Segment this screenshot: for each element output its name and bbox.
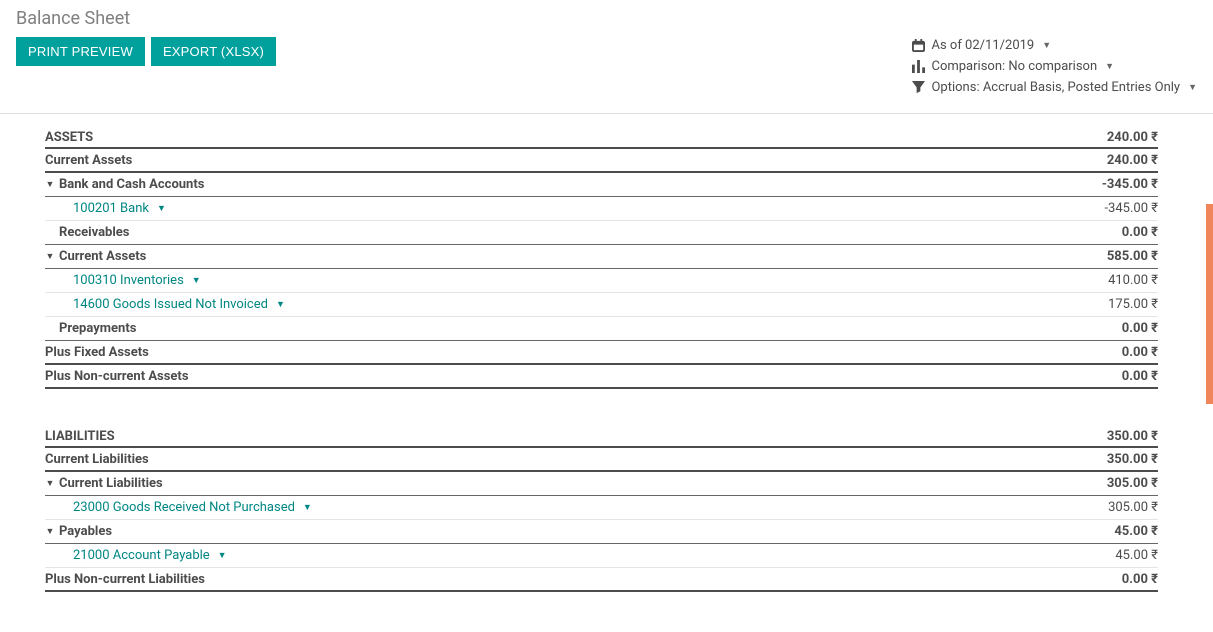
chevron-down-icon: ▼ xyxy=(1188,82,1197,93)
current-liabilities-top-row: Current Liabilities 350.00 ₹ xyxy=(45,448,1158,472)
row-amount: 350.00 ₹ xyxy=(1107,452,1158,467)
account-link[interactable]: 14600 Goods Issued Not Invoiced xyxy=(73,297,268,312)
account-link[interactable]: 100310 Inventories xyxy=(73,273,184,288)
bar-chart-icon xyxy=(912,60,925,73)
row-label: Current Liabilities xyxy=(45,452,149,467)
prepayments-row[interactable]: Prepayments 0.00 ₹ xyxy=(45,317,1158,341)
receivables-row[interactable]: Receivables 0.00 ₹ xyxy=(45,221,1158,245)
comparison-label: Comparison: No comparison xyxy=(931,59,1097,74)
row-label: Current Assets xyxy=(59,249,146,264)
row-label: Plus Non-current Assets xyxy=(45,369,189,384)
comparison-selector[interactable]: Comparison: No comparison ▼ xyxy=(912,59,1197,74)
current-liabilities-sub-row[interactable]: ▼ Current Liabilities 305.00 ₹ xyxy=(45,472,1158,496)
row-amount: -345.00 ₹ xyxy=(1102,177,1158,192)
account-row[interactable]: 100310 Inventories ▼ 410.00 ₹ xyxy=(45,269,1158,293)
row-amount: 0.00 ₹ xyxy=(1122,369,1158,384)
options-selector[interactable]: Options: Accrual Basis, Posted Entries O… xyxy=(912,80,1197,95)
row-amount: 45.00 ₹ xyxy=(1114,524,1158,539)
row-amount: -345.00 ₹ xyxy=(1104,201,1158,216)
row-amount: 240.00 ₹ xyxy=(1107,130,1158,145)
print-preview-button[interactable]: PRINT PREVIEW xyxy=(16,37,145,66)
row-amount: 305.00 ₹ xyxy=(1107,476,1158,491)
current-assets-top-row: Current Assets 240.00 ₹ xyxy=(45,149,1158,173)
row-label: Current Assets xyxy=(45,153,132,168)
account-row[interactable]: 21000 Account Payable ▼ 45.00 ₹ xyxy=(45,544,1158,568)
scrollbar-indicator[interactable] xyxy=(1206,204,1213,404)
chevron-down-icon[interactable]: ▼ xyxy=(45,526,55,537)
report-body: ASSETS 240.00 ₹ Current Assets 240.00 ₹ … xyxy=(0,114,1213,632)
row-label: Bank and Cash Accounts xyxy=(59,177,204,192)
chevron-down-icon[interactable]: ▼ xyxy=(303,502,312,513)
plus-noncurrent-assets-row: Plus Non-current Assets 0.00 ₹ xyxy=(45,365,1158,389)
account-row[interactable]: 100201 Bank ▼ -345.00 ₹ xyxy=(45,197,1158,221)
row-amount: 0.00 ₹ xyxy=(1122,345,1158,360)
chevron-down-icon[interactable]: ▼ xyxy=(218,550,227,561)
row-amount: 240.00 ₹ xyxy=(1107,153,1158,168)
row-amount: 0.00 ₹ xyxy=(1122,321,1158,336)
account-link[interactable]: 21000 Account Payable xyxy=(73,548,210,563)
liabilities-header-row: LIABILITIES 350.00 ₹ xyxy=(45,413,1158,448)
row-label: Receivables xyxy=(45,225,129,240)
row-label: Plus Non-current Liabilities xyxy=(45,572,205,587)
report-header: Balance Sheet PRINT PREVIEW EXPORT (XLSX… xyxy=(0,0,1213,114)
row-amount: 585.00 ₹ xyxy=(1107,249,1158,264)
row-amount: 45.00 ₹ xyxy=(1115,548,1158,563)
plus-noncurrent-liabilities-row: Plus Non-current Liabilities 0.00 ₹ xyxy=(45,568,1158,592)
plus-fixed-assets-row: Plus Fixed Assets 0.00 ₹ xyxy=(45,341,1158,365)
account-link[interactable]: 100201 Bank xyxy=(73,201,149,216)
chevron-down-icon[interactable]: ▼ xyxy=(45,478,55,489)
row-amount: 305.00 ₹ xyxy=(1108,500,1158,515)
chevron-down-icon: ▼ xyxy=(1042,40,1051,51)
chevron-down-icon[interactable]: ▼ xyxy=(157,203,166,214)
chevron-down-icon[interactable]: ▼ xyxy=(45,179,55,190)
row-amount: 0.00 ₹ xyxy=(1122,225,1158,240)
chevron-down-icon: ▼ xyxy=(1105,61,1114,72)
chevron-down-icon[interactable]: ▼ xyxy=(192,275,201,286)
options-label: Options: Accrual Basis, Posted Entries O… xyxy=(931,80,1180,95)
assets-header-row: ASSETS 240.00 ₹ xyxy=(45,114,1158,149)
asof-label: As of 02/11/2019 xyxy=(931,38,1034,53)
chevron-down-icon[interactable]: ▼ xyxy=(45,251,55,262)
row-label: Current Liabilities xyxy=(59,476,163,491)
payables-row[interactable]: ▼ Payables 45.00 ₹ xyxy=(45,520,1158,544)
row-amount: 410.00 ₹ xyxy=(1108,273,1158,288)
filter-icon xyxy=(912,81,925,94)
bank-cash-row[interactable]: ▼ Bank and Cash Accounts -345.00 ₹ xyxy=(45,173,1158,197)
page-title: Balance Sheet xyxy=(16,8,276,29)
row-amount: 0.00 ₹ xyxy=(1122,572,1158,587)
row-label: Plus Fixed Assets xyxy=(45,345,149,360)
export-xlsx-button[interactable]: EXPORT (XLSX) xyxy=(151,37,276,66)
row-label: Payables xyxy=(59,524,112,539)
asof-date-selector[interactable]: As of 02/11/2019 ▼ xyxy=(912,38,1197,53)
account-link[interactable]: 23000 Goods Received Not Purchased xyxy=(73,500,295,515)
current-assets-sub-row[interactable]: ▼ Current Assets 585.00 ₹ xyxy=(45,245,1158,269)
account-row[interactable]: 23000 Goods Received Not Purchased ▼ 305.… xyxy=(45,496,1158,520)
row-label: ASSETS xyxy=(45,130,93,145)
row-amount: 175.00 ₹ xyxy=(1108,297,1158,312)
row-amount: 350.00 ₹ xyxy=(1107,429,1158,444)
row-label: Prepayments xyxy=(45,321,136,336)
chevron-down-icon[interactable]: ▼ xyxy=(276,299,285,310)
account-row[interactable]: 14600 Goods Issued Not Invoiced ▼ 175.00 … xyxy=(45,293,1158,317)
calendar-icon xyxy=(912,39,925,52)
row-label: LIABILITIES xyxy=(45,429,115,444)
